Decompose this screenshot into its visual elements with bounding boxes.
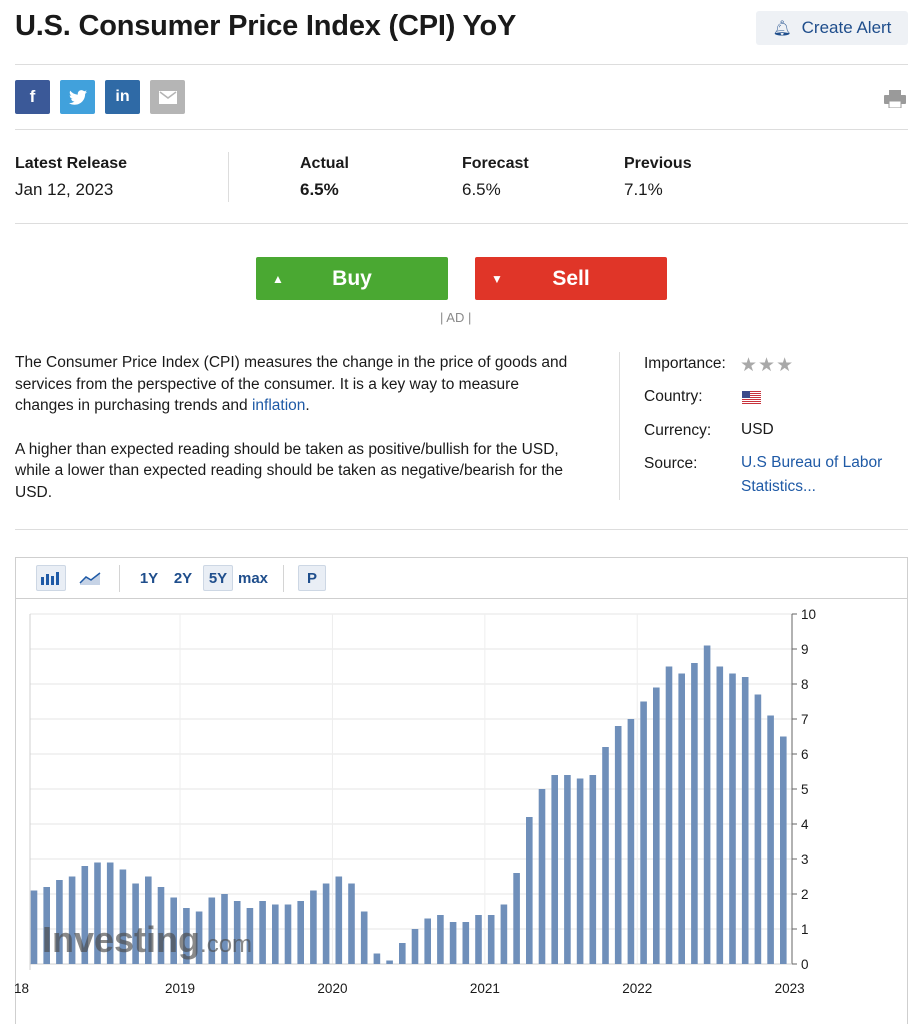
bar (589, 775, 597, 964)
x-tick-label: 2022 (622, 981, 652, 996)
bar (640, 701, 647, 964)
bar (614, 726, 622, 964)
bar (284, 904, 292, 964)
bar (272, 904, 279, 964)
y-tick-label: 0 (801, 957, 809, 972)
bar (335, 876, 343, 964)
bar (411, 929, 419, 964)
bar (716, 666, 724, 964)
y-tick-label: 3 (801, 852, 809, 867)
bar (462, 922, 470, 964)
watermark: Investing.com (42, 919, 252, 960)
bar (322, 883, 330, 964)
x-tick-label: 2023 (775, 981, 805, 996)
y-tick-label: 1 (801, 922, 809, 937)
bar (780, 736, 787, 964)
y-tick-label: 10 (801, 607, 816, 622)
bar (373, 953, 381, 964)
bar (259, 901, 266, 964)
y-tick-label: 6 (801, 747, 809, 762)
bar (526, 817, 533, 964)
bar (678, 673, 685, 964)
bar (297, 901, 304, 964)
bar (500, 904, 508, 964)
y-tick-label: 8 (801, 677, 809, 692)
bar (424, 918, 431, 964)
bar (360, 911, 368, 964)
x-axis: 18 2019 2020 2021 2022 2023 (14, 981, 805, 996)
bar (703, 645, 711, 964)
y-tick-label: 5 (801, 782, 809, 797)
bar (767, 715, 774, 964)
bar (741, 677, 749, 964)
bar (653, 687, 660, 964)
x-tick-label: 18 (14, 981, 29, 996)
y-axis: 0 1 2 3 4 5 6 7 8 9 10 (792, 607, 816, 972)
x-tick-label: 2020 (317, 981, 347, 996)
bar (487, 915, 495, 964)
x-tick-label: 2019 (165, 981, 195, 996)
bar (386, 960, 393, 964)
bar (348, 883, 355, 964)
bar (310, 890, 317, 964)
bar (538, 789, 546, 964)
bar (399, 943, 406, 964)
bar (691, 663, 698, 964)
y-tick-label: 7 (801, 712, 809, 727)
bar (513, 873, 520, 964)
chart-bars (30, 645, 787, 964)
bar (729, 673, 736, 964)
bar (551, 775, 558, 964)
x-tick-label: 2021 (470, 981, 500, 996)
bar (754, 694, 762, 964)
y-tick-label: 2 (801, 887, 809, 902)
bar (564, 775, 571, 964)
y-tick-label: 9 (801, 642, 809, 657)
bar (475, 915, 482, 964)
bar (627, 719, 635, 964)
bar (576, 778, 584, 964)
bar (665, 666, 673, 964)
cpi-bar-chart: 0 1 2 3 4 5 6 7 8 9 10 18 2019 2020 2021 2022 2023 Inve… (14, 607, 816, 996)
bar (449, 922, 457, 964)
bar (602, 747, 609, 964)
bar (437, 915, 444, 964)
chart-grid (29, 613, 793, 970)
y-tick-label: 4 (801, 817, 809, 832)
bar (30, 890, 38, 964)
